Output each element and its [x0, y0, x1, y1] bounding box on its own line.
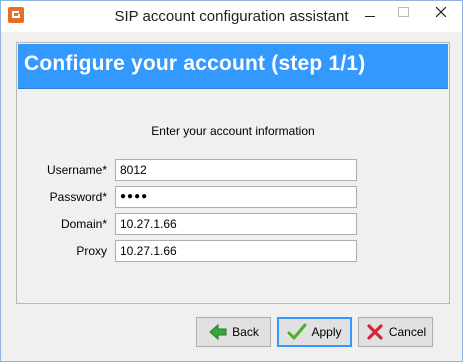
close-icon	[436, 7, 446, 17]
cancel-label: Cancel	[388, 325, 427, 339]
apply-button[interactable]: Apply	[277, 317, 352, 347]
domain-label: Domain*	[60, 217, 107, 231]
password-label: Password*	[49, 190, 107, 204]
close-button[interactable]	[421, 1, 461, 23]
banner-title: Configure your account (step 1/1)	[24, 52, 366, 75]
password-input[interactable]: ●●●●	[115, 186, 357, 208]
domain-input[interactable]	[115, 213, 357, 235]
minimize-button[interactable]	[356, 1, 384, 23]
form-prompt: Enter your account information	[151, 124, 315, 138]
wizard-panel: Configure your account (step 1/1) Enter …	[16, 42, 450, 304]
wizard-banner: Configure your account (step 1/1)	[18, 44, 448, 89]
minimize-icon	[365, 15, 375, 17]
username-input[interactable]	[115, 159, 357, 181]
proxy-input[interactable]	[115, 240, 357, 262]
title-bar[interactable]: SIP account configuration assistant	[1, 1, 462, 32]
dialog-window: SIP account configuration assistant Conf…	[0, 0, 463, 362]
back-label: Back	[232, 325, 259, 339]
maximize-icon	[397, 7, 409, 17]
apply-label: Apply	[311, 325, 342, 339]
checkmark-icon	[287, 323, 307, 340]
cancel-x-icon	[367, 324, 383, 340]
back-button[interactable]: Back	[196, 317, 271, 347]
username-label: Username*	[46, 163, 107, 177]
proxy-label: Proxy	[76, 244, 107, 258]
back-arrow-icon	[209, 323, 227, 341]
dialog-body: Configure your account (step 1/1) Enter …	[1, 32, 462, 361]
maximize-button[interactable]	[389, 1, 417, 23]
cancel-button[interactable]: Cancel	[358, 317, 433, 347]
